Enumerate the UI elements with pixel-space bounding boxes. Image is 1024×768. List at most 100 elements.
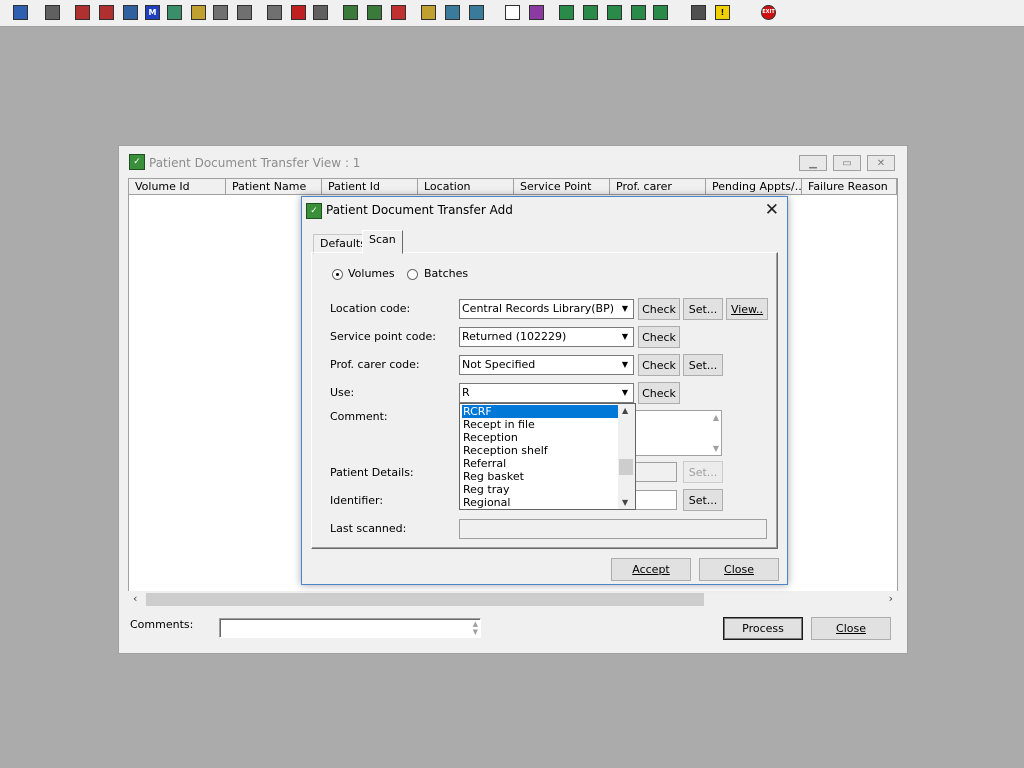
warning-toolbar-button[interactable]: ! xyxy=(713,3,732,22)
exit-icon: EXIT xyxy=(761,5,776,20)
stack-toolbar-button[interactable] xyxy=(443,3,462,22)
grid-horizontal-scrollbar[interactable]: ‹ › xyxy=(128,591,898,608)
scroll-right-icon[interactable]: › xyxy=(889,592,893,605)
mail-toolbar-button[interactable] xyxy=(265,3,284,22)
chevron-down-icon[interactable]: ▼ xyxy=(617,328,633,346)
dropdown-item-reception-shelf[interactable]: Reception shelf xyxy=(462,444,618,457)
screen-person-icon xyxy=(343,5,358,20)
transfer-alt-toolbar-button[interactable] xyxy=(235,3,254,22)
service-point-code-combo[interactable]: Returned (102229) ▼ xyxy=(459,327,634,347)
batches-radio-label[interactable]: Batches xyxy=(424,267,468,280)
document-view-toolbar-button[interactable] xyxy=(121,3,140,22)
dropdown-item-rcrf[interactable]: RCRF xyxy=(462,405,618,418)
transfer-toolbar-button[interactable] xyxy=(211,3,230,22)
use-value: R xyxy=(462,386,470,399)
location-set-button[interactable]: Set... xyxy=(683,298,723,320)
stack-alt-toolbar-button[interactable] xyxy=(467,3,486,22)
dropdown-vertical-scrollbar[interactable]: ▲ ▼ xyxy=(618,404,635,509)
person-toolbar-button[interactable] xyxy=(165,3,184,22)
dropdown-item-reception[interactable]: Reception xyxy=(462,431,618,444)
globe-toolbar-button[interactable] xyxy=(557,3,576,22)
prof-carer-check-button[interactable]: Check xyxy=(638,354,680,376)
chevron-down-icon[interactable]: ▼ xyxy=(617,300,633,318)
column-header-service-point[interactable]: Service Point xyxy=(514,179,610,195)
use-combo[interactable]: R ▼ xyxy=(459,383,634,403)
transfer-alt-icon xyxy=(237,5,252,20)
dropdown-item-regional[interactable]: Regional xyxy=(462,496,618,509)
user-toolbar-button[interactable] xyxy=(11,3,30,22)
volumes-radio-label[interactable]: Volumes xyxy=(348,267,395,280)
use-check-button[interactable]: Check xyxy=(638,382,680,404)
comment-textarea[interactable]: ▲ ▼ xyxy=(624,410,722,456)
app-icon: ✓ xyxy=(129,154,145,170)
use-dropdown-list[interactable]: RCRF Recept in file Reception Reception … xyxy=(459,403,636,510)
service-point-check-button[interactable]: Check xyxy=(638,326,680,348)
accept-button[interactable]: Accept xyxy=(611,558,691,581)
books-toolbar-button[interactable] xyxy=(73,3,92,22)
list-box-toolbar-button[interactable] xyxy=(311,3,330,22)
column-header-volume-id[interactable]: Volume Id xyxy=(129,179,226,195)
column-header-patient-name[interactable]: Patient Name xyxy=(226,179,322,195)
accept-button-label: Accept xyxy=(632,563,670,576)
chevron-down-icon[interactable]: ▼ xyxy=(617,384,633,402)
edit-note-toolbar-button[interactable] xyxy=(97,3,116,22)
scroll-down-icon[interactable]: ▼ xyxy=(622,498,628,507)
dropdown-item-recept-in-file[interactable]: Recept in file xyxy=(462,418,618,431)
column-header-location[interactable]: Location xyxy=(418,179,514,195)
main-close-button[interactable]: Close xyxy=(811,617,891,640)
comments-input[interactable]: ▲ ▼ xyxy=(219,618,481,638)
column-header-pending-appts[interactable]: Pending Appts/... xyxy=(706,179,802,195)
swap-toolbar-button[interactable] xyxy=(689,3,708,22)
screen-edit-toolbar-button[interactable] xyxy=(365,3,384,22)
dropdown-item-referral[interactable]: Referral xyxy=(462,457,618,470)
printer-toolbar-button[interactable] xyxy=(43,3,62,22)
checklist-icon xyxy=(583,5,598,20)
notepad-toolbar-button[interactable] xyxy=(419,3,438,22)
volumes-radio[interactable] xyxy=(332,269,343,280)
prof-carer-code-combo[interactable]: Not Specified ▼ xyxy=(459,355,634,375)
checklist-toolbar-button[interactable] xyxy=(581,3,600,22)
user-icon xyxy=(13,5,28,20)
batches-radio[interactable] xyxy=(407,269,418,280)
minimize-button[interactable]: ▁ xyxy=(799,155,827,171)
column-header-failure-reason[interactable]: Failure Reason xyxy=(802,179,897,195)
scroll-up-icon[interactable]: ▲ xyxy=(622,406,628,415)
blank-page-toolbar-button[interactable] xyxy=(503,3,522,22)
checklist-pd-toolbar-button[interactable] xyxy=(605,3,624,22)
check-arrow-alt-toolbar-button[interactable] xyxy=(651,3,670,22)
dropdown-item-reg-basket[interactable]: Reg basket xyxy=(462,470,618,483)
prof-carer-code-value: Not Specified xyxy=(462,358,536,371)
process-button[interactable]: Process xyxy=(723,617,803,640)
dialog-close-icon[interactable]: ✕ xyxy=(765,200,779,220)
location-code-combo[interactable]: Central Records Library(BP) ▼ xyxy=(459,299,634,319)
service-point-code-label: Service point code: xyxy=(330,330,436,343)
letter-m-toolbar-button[interactable]: M xyxy=(143,3,162,22)
maximize-button[interactable]: ▭ xyxy=(833,155,861,171)
column-header-prof-carer[interactable]: Prof. carer xyxy=(610,179,706,195)
exit-toolbar-button[interactable]: EXIT xyxy=(759,3,778,22)
location-check-button[interactable]: Check xyxy=(638,298,680,320)
scroll-left-icon[interactable]: ‹ xyxy=(133,592,137,605)
comment-scroll-up-icon[interactable]: ▲ xyxy=(713,413,719,422)
clock-toolbar-button[interactable] xyxy=(289,3,308,22)
identifier-set-button[interactable]: Set... xyxy=(683,489,723,511)
screen-person-toolbar-button[interactable] xyxy=(341,3,360,22)
patient-details-set-button[interactable]: Set... xyxy=(683,461,723,483)
use-label: Use: xyxy=(330,386,355,399)
dropdown-scroll-thumb[interactable] xyxy=(619,459,633,475)
location-view-button[interactable]: View.. xyxy=(726,298,768,320)
close-window-button[interactable]: ✕ xyxy=(867,155,895,171)
dropdown-item-reg-tray[interactable]: Reg tray xyxy=(462,483,618,496)
bar-chart-toolbar-button[interactable] xyxy=(527,3,546,22)
column-header-patient-id[interactable]: Patient Id xyxy=(322,179,418,195)
scroll-thumb[interactable] xyxy=(146,593,704,606)
comment-scroll-down-icon[interactable]: ▼ xyxy=(713,444,719,453)
dialog-close-button[interactable]: Close xyxy=(699,558,779,581)
pencil-note-toolbar-button[interactable] xyxy=(189,3,208,22)
person-icon xyxy=(167,5,182,20)
chevron-down-icon[interactable]: ▼ xyxy=(617,356,633,374)
tab-scan[interactable]: Scan xyxy=(362,230,403,254)
prof-carer-set-button[interactable]: Set... xyxy=(683,354,723,376)
check-arrow-toolbar-button[interactable] xyxy=(629,3,648,22)
cycle-toolbar-button[interactable] xyxy=(389,3,408,22)
